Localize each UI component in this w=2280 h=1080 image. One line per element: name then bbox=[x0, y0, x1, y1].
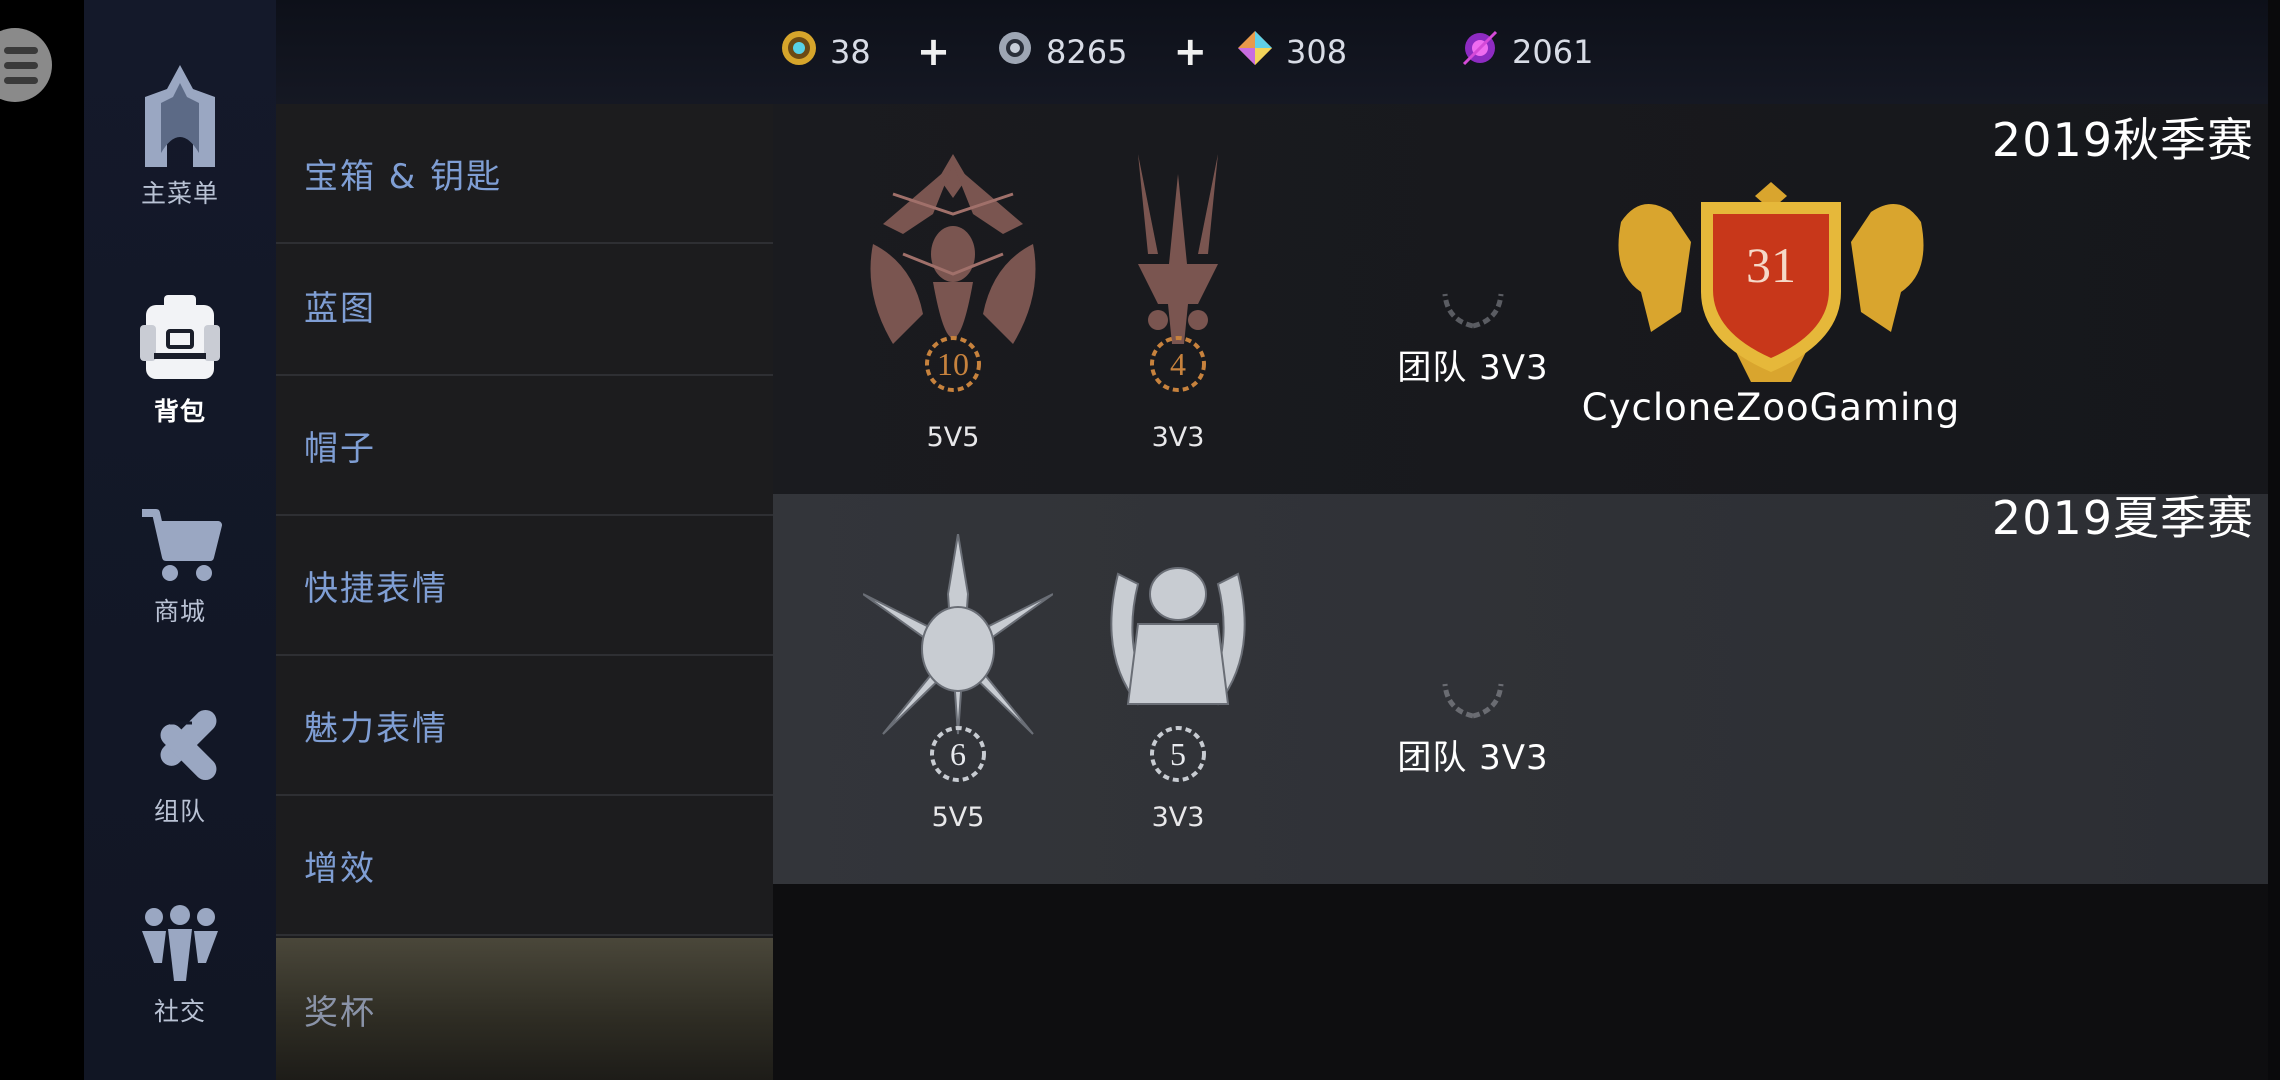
category-trophies[interactable]: 奖杯 bbox=[276, 938, 773, 1080]
season-title: 2019夏季赛 bbox=[1991, 491, 2254, 545]
team-3v3-slot[interactable]: 团队 3V3 bbox=[1378, 274, 1568, 389]
silver-gear-icon bbox=[996, 29, 1034, 75]
clan-crest[interactable]: 31 CycloneZooGaming bbox=[1582, 182, 1959, 429]
nav-item-social[interactable]: 社交 bbox=[84, 900, 276, 1050]
nav-item-main-menu[interactable]: 主菜单 bbox=[84, 62, 276, 212]
menu-line-icon bbox=[4, 61, 38, 69]
season-badge-3v3[interactable]: 4 3V3 bbox=[1078, 154, 1278, 453]
currency-silver: 8265 + bbox=[996, 28, 1207, 76]
badge-mode-label: 3V3 bbox=[1151, 422, 1205, 453]
rainbow-gem-icon bbox=[1236, 29, 1274, 75]
badge-rank: 10 bbox=[937, 346, 969, 382]
star-spear-emblem-icon: 6 bbox=[863, 534, 1053, 782]
spiked-trident-emblem-icon: 4 bbox=[1138, 154, 1218, 392]
currency-bar: 38 + 8265 + 308 2061 bbox=[276, 0, 2280, 104]
team-handshake-icon bbox=[130, 700, 230, 790]
season-title: 2019秋季赛 bbox=[1991, 113, 2254, 167]
menu-line-icon bbox=[4, 76, 38, 84]
currency-gem: 308 bbox=[1236, 28, 1347, 76]
nav-item-shop[interactable]: 商城 bbox=[84, 500, 276, 650]
category-charm-emotes[interactable]: 魅力表情 bbox=[276, 656, 773, 796]
currency-orb: 2061 bbox=[1460, 28, 1593, 76]
nav-item-backpack[interactable]: 背包 bbox=[84, 290, 276, 440]
category-boosts[interactable]: 增效 bbox=[276, 796, 773, 936]
badge-rank: 4 bbox=[1170, 346, 1186, 382]
laurel-wreath-icon bbox=[1442, 683, 1504, 719]
gold-coin-icon bbox=[780, 29, 818, 75]
season-badge-3v3[interactable]: 5 3V3 bbox=[1078, 534, 1278, 833]
menu-line-icon bbox=[4, 46, 38, 54]
badge-mode-label: 3V3 bbox=[1151, 802, 1205, 833]
nav-label: 社交 bbox=[153, 997, 206, 1026]
currency-gold: 38 + bbox=[780, 28, 950, 76]
add-gold-button[interactable]: + bbox=[917, 29, 951, 75]
category-hats[interactable]: 帽子 bbox=[276, 376, 773, 516]
nav-item-team[interactable]: 组队 bbox=[84, 700, 276, 850]
nav-label: 组队 bbox=[153, 797, 206, 826]
right-edge bbox=[2268, 0, 2280, 1080]
lion-shield-crest-icon: 31 bbox=[1618, 182, 1924, 382]
clan-name: CycloneZooGaming bbox=[1581, 386, 1961, 429]
team-label: 团队 3V3 bbox=[1397, 738, 1549, 778]
category-quick-emotes[interactable]: 快捷表情 bbox=[276, 516, 773, 656]
season-row-summer: 2019夏季赛 6 5V5 5 3V3 团队 3V3 bbox=[773, 491, 2268, 884]
currency-value: 2061 bbox=[1512, 33, 1594, 71]
badge-mode-label: 5V5 bbox=[926, 422, 980, 453]
laurel-wreath-icon bbox=[1442, 293, 1504, 329]
badge-rank: 6 bbox=[950, 736, 966, 772]
currency-value: 38 bbox=[830, 33, 871, 71]
backpack-icon bbox=[130, 290, 230, 390]
currency-value: 308 bbox=[1286, 33, 1348, 71]
category-panel: 宝箱 & 钥匙 蓝图 帽子 快捷表情 魅力表情 增效 奖杯 bbox=[276, 0, 773, 1080]
category-blueprints[interactable]: 蓝图 bbox=[276, 236, 773, 376]
main-nav-rail: 主菜单 背包 商城 组队 社交 bbox=[84, 0, 276, 1080]
nav-label: 背包 bbox=[153, 397, 206, 426]
trophy-content: 2019秋季赛 10 5V5 4 3V3 团队 3V3 31 CycloneZo… bbox=[773, 104, 2280, 1080]
social-group-icon bbox=[130, 900, 230, 990]
nav-label: 商城 bbox=[153, 597, 206, 626]
winged-demon-emblem-icon: 10 bbox=[870, 154, 1036, 392]
season-badge-5v5[interactable]: 6 5V5 bbox=[858, 534, 1058, 833]
left-edge bbox=[0, 0, 84, 1080]
temple-arch-icon bbox=[130, 62, 230, 172]
clan-rank: 31 bbox=[1746, 237, 1796, 293]
team-label: 团队 3V3 bbox=[1397, 348, 1549, 388]
purple-orb-icon bbox=[1460, 28, 1500, 76]
badge-rank: 5 bbox=[1170, 736, 1186, 772]
currency-value: 8265 bbox=[1046, 33, 1128, 71]
season-row-autumn: 2019秋季赛 10 5V5 4 3V3 团队 3V3 31 CycloneZo… bbox=[773, 104, 2268, 494]
season-badge-5v5[interactable]: 10 5V5 bbox=[853, 154, 1053, 453]
nav-label: 主菜单 bbox=[140, 179, 219, 208]
shopping-cart-icon bbox=[130, 500, 230, 590]
add-silver-button[interactable]: + bbox=[1173, 29, 1207, 75]
horned-warrior-emblem-icon: 5 bbox=[1110, 567, 1246, 782]
badge-mode-label: 5V5 bbox=[931, 802, 985, 833]
category-chests-keys[interactable]: 宝箱 & 钥匙 bbox=[276, 104, 773, 244]
team-3v3-slot[interactable]: 团队 3V3 bbox=[1378, 664, 1568, 779]
